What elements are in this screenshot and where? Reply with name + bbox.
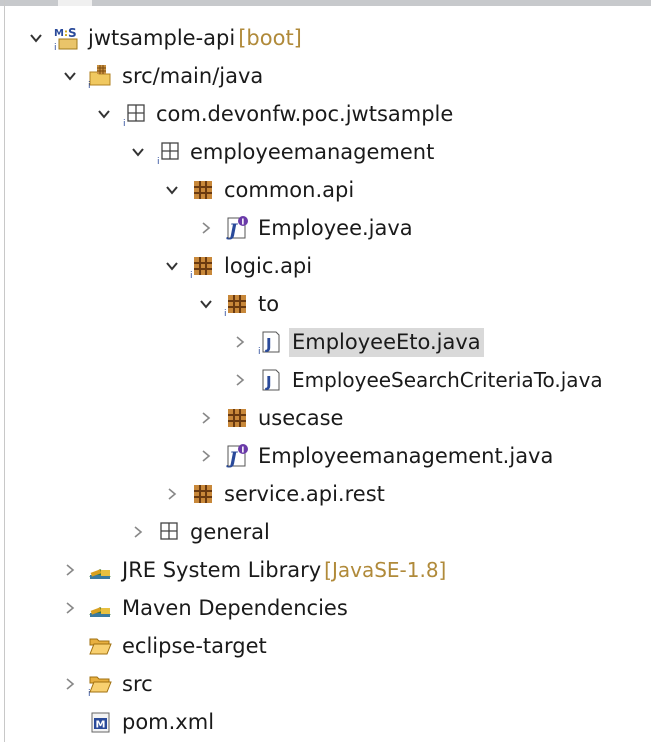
tree-item-src-main-java[interactable]: i src/main/java [59,57,266,95]
maven-file-icon: M [85,707,115,737]
tree-item-label: src/main/java [122,63,264,88]
tree-item-eclipse-target[interactable]: eclipse-target [59,627,270,665]
chevron-right-icon[interactable] [195,407,217,429]
view-left-border [4,0,5,742]
chevron-down-icon[interactable] [161,179,183,201]
chevron-right-icon[interactable] [229,331,251,353]
svg-text:i: i [88,689,91,697]
library-icon [85,555,115,585]
tree-item-employee-java[interactable]: JI Employee.java [195,209,416,247]
tree-item-label: to [258,291,280,316]
tree-item-logic-api[interactable]: i logic.api [161,247,315,285]
chevron-right-icon[interactable] [59,597,81,619]
svg-text:i: i [54,43,57,51]
maven-project-icon: M:Si [51,23,81,53]
package-icon [187,175,217,205]
java-interface-icon: JI [221,441,251,471]
tree-item-label: Maven Dependencies [122,595,348,620]
tree-item-service-api-rest[interactable]: service.api.rest [161,475,388,513]
svg-text:i: i [258,347,261,355]
svg-text:i: i [88,81,91,89]
folder-icon [85,631,115,661]
tree-item-label: jwtsample-api [88,25,236,50]
tree-item-pom-xml[interactable]: M pom.xml [59,703,217,741]
tree-item-label: EmployeeSearchCriteriaTo.java [292,367,603,392]
tree-item-maven-dependencies[interactable]: Maven Dependencies [59,589,351,627]
tree-item-employeemanagement-java[interactable]: JI Employeemanagement.java [195,437,556,475]
chevron-down-icon[interactable] [59,65,81,87]
tree-item-jwtsample-api[interactable]: M:Si jwtsample-api [boot] [25,19,302,57]
tree-item-label: EmployeeEto.java [289,327,484,357]
svg-text:i: i [157,157,160,165]
chevron-right-icon[interactable] [59,559,81,581]
svg-text:I: I [241,218,244,227]
tree-item-label: JRE System Library [122,557,322,582]
tree-item-label: usecase [258,405,344,430]
tree-item-label: pom.xml [122,709,215,734]
tree-item-label: employeemanagement [190,139,435,164]
tree-item-label: com.devonfw.poc.jwtsample [156,101,454,126]
chevron-right-icon[interactable] [59,673,81,695]
chevron-down-icon[interactable] [127,141,149,163]
empty-package-icon: i [119,99,149,129]
tree-item-employeesearchcriteriato-java[interactable]: J EmployeeSearchCriteriaTo.java [229,361,606,399]
svg-text:I: I [241,446,244,455]
tree-item-label: Employee.java [258,215,413,240]
chevron-down-icon[interactable] [93,103,115,125]
tree-item-decoration: [JavaSE-1.8] [324,558,447,582]
tree-item-label: eclipse-target [122,633,267,658]
empty-package-icon [153,517,183,547]
tree-item-general[interactable]: general [127,513,273,551]
source-folder-icon: i [85,61,115,91]
folder-icon: i [85,669,115,699]
svg-text:M: M [96,720,106,731]
chevron-right-icon[interactable] [195,217,217,239]
chevron-down-icon[interactable] [161,255,183,277]
library-icon [85,593,115,623]
package-icon [221,403,251,433]
tree-item-jre-system-library[interactable]: JRE System Library [JavaSE-1.8] [59,551,446,589]
java-interface-icon: JI [221,213,251,243]
tree-item-to[interactable]: i to [195,285,282,323]
empty-package-icon: i [153,137,183,167]
tree-item-label: src [122,671,153,696]
tree-item-label: Employeemanagement.java [258,443,554,468]
java-class-icon: J [255,365,285,395]
tree-item-label: general [190,519,270,544]
package-icon: i [221,289,251,319]
package-icon [187,479,217,509]
svg-text:i: i [190,271,193,279]
chevron-down-icon[interactable] [195,293,217,315]
tree-item-src[interactable]: i src [59,665,156,703]
svg-text:i: i [123,119,126,127]
svg-text:J: J [265,373,272,391]
tree-item-decoration: [boot] [238,26,302,50]
tree-item-employeeeto-java[interactable]: Ji EmployeeEto.java [229,323,484,361]
tree-item-label: service.api.rest [224,481,385,506]
clipped-top-row [0,0,651,6]
chevron-right-icon[interactable] [195,445,217,467]
tree-item-com-devonfw-poc-jwtsample[interactable]: i com.devonfw.poc.jwtsample [93,95,456,133]
svg-text:S: S [68,26,77,40]
java-class-icon: Ji [255,327,285,357]
svg-text:M: M [54,28,64,39]
svg-text:i: i [224,309,227,317]
tree-item-usecase[interactable]: usecase [195,399,346,437]
tree-item-label: common.api [224,177,355,202]
chevron-right-icon[interactable] [161,483,183,505]
svg-text:J: J [265,335,272,353]
chevron-right-icon[interactable] [127,521,149,543]
tree-item-employeemanagement[interactable]: i employeemanagement [127,133,437,171]
tree-item-label: logic.api [224,253,313,278]
package-icon: i [187,251,217,281]
chevron-right-icon[interactable] [229,369,251,391]
tree-item-common-api[interactable]: common.api [161,171,357,209]
chevron-down-icon[interactable] [25,27,47,49]
